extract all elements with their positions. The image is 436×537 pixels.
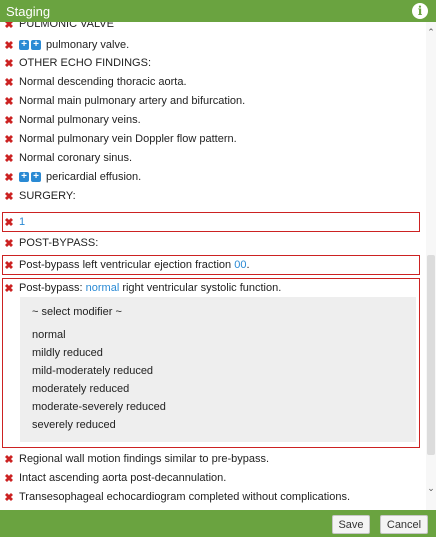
line-text: POST-BYPASS: bbox=[19, 237, 99, 249]
report-line[interactable]: ✖ + + pericardial effusion. bbox=[0, 168, 141, 186]
line-text: Normal pulmonary vein Doppler flow patte… bbox=[19, 133, 237, 145]
title-bar: Staging bbox=[0, 0, 436, 22]
report-line[interactable]: ✖ Regional wall motion findings similar … bbox=[0, 450, 269, 468]
report-line[interactable]: ✖ Post-bypass left ventricular ejection … bbox=[0, 256, 250, 274]
line-suffix: . bbox=[246, 259, 250, 271]
line-text: Regional wall motion findings similar to… bbox=[19, 453, 270, 465]
line-text: Normal main pulmonary artery and bifurca… bbox=[19, 95, 246, 107]
remove-icon[interactable]: ✖ bbox=[2, 216, 16, 229]
line-text: OTHER ECHO FINDINGS: bbox=[19, 57, 152, 69]
line-text: pericardial effusion. bbox=[46, 171, 142, 183]
remove-icon[interactable]: ✖ bbox=[2, 453, 16, 466]
report-line[interactable]: ✖ Normal descending thoracic aorta. bbox=[0, 73, 187, 91]
remove-icon[interactable]: ✖ bbox=[2, 282, 16, 295]
line-text: PULMONIC VALVE bbox=[19, 22, 114, 30]
scrollbar-thumb[interactable] bbox=[427, 255, 435, 455]
remove-icon[interactable]: ✖ bbox=[2, 39, 16, 52]
remove-icon[interactable]: ✖ bbox=[2, 472, 16, 485]
report-line[interactable]: ✖ Transesophageal echocardiogram complet… bbox=[0, 488, 350, 506]
report-line[interactable]: ✖ PULMONIC VALVE bbox=[0, 22, 114, 33]
save-button[interactable]: Save bbox=[332, 515, 370, 534]
line-text: Normal coronary sinus. bbox=[19, 152, 133, 164]
expand-icon[interactable]: + bbox=[31, 40, 41, 50]
line-text: Intact ascending aorta post-decannulatio… bbox=[19, 472, 227, 484]
line-text: Normal pulmonary veins. bbox=[19, 114, 141, 126]
report-line[interactable]: ✖ Normal coronary sinus. bbox=[0, 149, 132, 167]
line-value[interactable]: normal bbox=[86, 282, 120, 294]
line-text: Post-bypass: bbox=[19, 282, 86, 294]
scroll-down-icon[interactable]: ⌄ bbox=[427, 484, 435, 493]
remove-icon[interactable]: ✖ bbox=[2, 152, 16, 165]
expand-icon[interactable]: + bbox=[19, 40, 29, 50]
line-text: Post-bypass left ventricular ejection fr… bbox=[19, 259, 235, 271]
dropdown-option[interactable]: mildly reduced bbox=[32, 345, 103, 361]
line-text: Transesophageal echocardiogram completed… bbox=[19, 491, 350, 503]
scroll-up-icon[interactable]: ⌃ bbox=[427, 28, 435, 37]
remove-icon[interactable]: ✖ bbox=[2, 171, 16, 184]
remove-icon[interactable]: ✖ bbox=[2, 57, 16, 70]
report-line[interactable]: ✖ + + pulmonary valve. bbox=[0, 36, 129, 54]
remove-icon[interactable]: ✖ bbox=[2, 237, 16, 250]
remove-icon[interactable]: ✖ bbox=[2, 22, 16, 31]
report-content: ✖ PULMONIC VALVE ✖ + + pulmonary valve. … bbox=[0, 22, 426, 510]
dropdown-option[interactable]: normal bbox=[32, 327, 66, 343]
info-icon[interactable]: i bbox=[412, 3, 428, 19]
expand-icon[interactable]: + bbox=[31, 172, 41, 182]
error-outline bbox=[2, 212, 420, 232]
modifier-dropdown[interactable]: ~ select modifier ~ normal mildly reduce… bbox=[20, 297, 416, 442]
footer-bar: Save Cancel bbox=[0, 510, 436, 537]
dropdown-option[interactable]: moderate-severely reduced bbox=[32, 399, 166, 415]
dropdown-option[interactable]: mild-moderately reduced bbox=[32, 363, 153, 379]
report-line[interactable]: ✖ Normal pulmonary vein Doppler flow pat… bbox=[0, 130, 237, 148]
report-line[interactable]: ✖ Intact ascending aorta post-decannulat… bbox=[0, 469, 226, 487]
report-line[interactable]: ✖ OTHER ECHO FINDINGS: bbox=[0, 54, 151, 72]
remove-icon[interactable]: ✖ bbox=[2, 133, 16, 146]
report-line[interactable]: ✖ Post-bypass: normal right ventricular … bbox=[0, 279, 281, 297]
line-suffix: right ventricular systolic function. bbox=[119, 282, 282, 294]
report-line[interactable]: ✖ Normal main pulmonary artery and bifur… bbox=[0, 92, 245, 110]
remove-icon[interactable]: ✖ bbox=[2, 190, 16, 203]
line-value[interactable]: 1 bbox=[19, 216, 25, 228]
report-line[interactable]: ✖ Normal pulmonary veins. bbox=[0, 111, 141, 129]
dropdown-header: ~ select modifier ~ bbox=[32, 306, 122, 318]
window-title: Staging bbox=[6, 3, 51, 19]
line-value[interactable]: 00 bbox=[234, 259, 246, 271]
remove-icon[interactable]: ✖ bbox=[2, 95, 16, 108]
line-text: pulmonary valve. bbox=[46, 39, 130, 51]
line-text: Normal descending thoracic aorta. bbox=[19, 76, 187, 88]
remove-icon[interactable]: ✖ bbox=[2, 114, 16, 127]
expand-icon[interactable]: + bbox=[19, 172, 29, 182]
dropdown-option[interactable]: moderately reduced bbox=[32, 381, 129, 397]
cancel-button[interactable]: Cancel bbox=[380, 515, 428, 534]
remove-icon[interactable]: ✖ bbox=[2, 76, 16, 89]
remove-icon[interactable]: ✖ bbox=[2, 259, 16, 272]
report-line[interactable]: ✖ POST-BYPASS: bbox=[0, 234, 98, 252]
dropdown-option[interactable]: severely reduced bbox=[32, 417, 116, 433]
line-text: SURGERY: bbox=[19, 190, 76, 202]
report-line[interactable]: ✖ SURGERY: bbox=[0, 187, 76, 205]
report-line[interactable]: ✖ 1 bbox=[0, 213, 25, 231]
remove-icon[interactable]: ✖ bbox=[2, 491, 16, 504]
